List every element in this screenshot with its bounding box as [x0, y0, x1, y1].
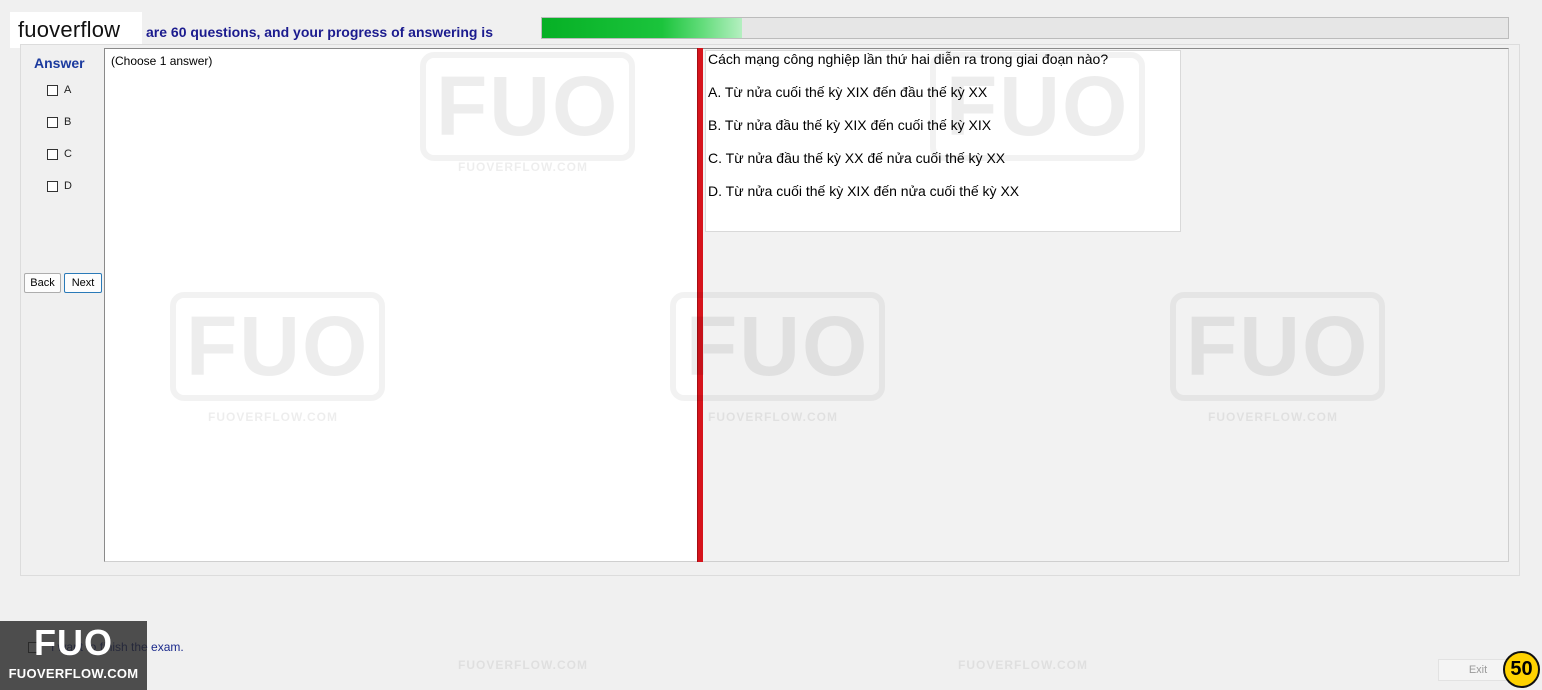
question-text: Cách mạng công nghiệp lần thứ hai diễn r… [708, 51, 1109, 67]
choice-d-text: D. Từ nửa cuối thế kỳ XIX đến nửa cuối t… [708, 183, 1020, 199]
checkbox-d[interactable] [47, 180, 58, 192]
progress-bar [541, 17, 1509, 39]
progress-bar-fill [542, 18, 742, 38]
answer-option-a[interactable]: A [47, 81, 71, 99]
next-button[interactable]: Next [64, 273, 102, 293]
badge-logo-text: FUO [34, 622, 113, 663]
checkbox-c[interactable] [47, 148, 58, 160]
checkbox-a[interactable] [47, 84, 58, 96]
choice-a-text: A. Từ nửa cuối thế kỳ XIX đến đầu thế kỳ… [708, 84, 988, 100]
checkbox-b[interactable] [47, 116, 58, 128]
answer-option-b[interactable]: B [47, 113, 71, 131]
fuoverflow-badge: FUO FUOVERFLOW.COM [0, 621, 147, 690]
back-button[interactable]: Back [24, 273, 61, 293]
answer-count-badge: 50 [1503, 651, 1540, 688]
answer-option-d[interactable]: D [47, 177, 72, 195]
choice-c-text: C. Từ nửa đầu thế kỳ XX đế nửa cuối thế … [708, 150, 1006, 166]
choice-b-text: B. Từ nửa đầu thế kỳ XIX đến cuối thế kỳ… [708, 117, 992, 133]
answer-instruction-pane [104, 48, 697, 562]
watermark-url: FUOVERFLOW.COM [458, 658, 588, 672]
brand-logo: fuoverflow [10, 12, 142, 48]
option-label: A [64, 84, 72, 96]
option-label: D [64, 180, 72, 192]
choose-instruction: (Choose 1 answer) [111, 54, 213, 68]
badge-url-text: FUOVERFLOW.COM [8, 666, 139, 681]
answer-option-c[interactable]: C [47, 145, 72, 163]
option-label: B [64, 116, 72, 128]
progress-label: are 60 questions, and your progress of a… [146, 24, 493, 40]
watermark-url: FUOVERFLOW.COM [958, 658, 1088, 672]
option-label: C [64, 148, 72, 160]
answer-heading: Answer [34, 55, 85, 71]
question-box [705, 50, 1181, 232]
